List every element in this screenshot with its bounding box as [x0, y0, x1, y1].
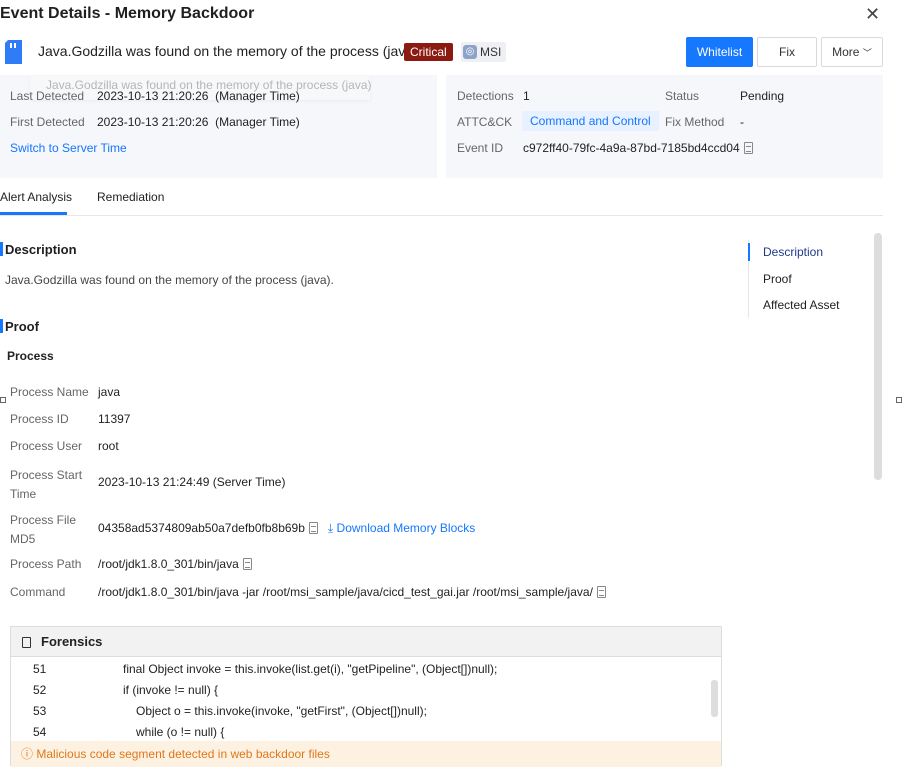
- severity-badge: Critical: [404, 43, 453, 61]
- more-button[interactable]: More ﹀: [821, 37, 883, 67]
- copy-icon[interactable]: [242, 558, 252, 570]
- code-line: if (invoke != null) {: [123, 683, 219, 697]
- dialog-title: Event Details - Memory Backdoor: [0, 5, 255, 22]
- side-nav-description[interactable]: Description: [763, 245, 823, 259]
- process-start-label: Process Start Time: [10, 468, 83, 501]
- code-line: final Object invoke = this.invoke(list.g…: [123, 662, 498, 676]
- warning-bar: ⓘ Malicious code segment detected in web…: [11, 741, 721, 767]
- process-id-value: 11397: [98, 412, 131, 426]
- process-md5-value: 04358ad5374809ab50a7defb0fb8b69b: [98, 521, 305, 535]
- process-user-label: Process User: [10, 439, 83, 453]
- source-label: MSI: [480, 45, 502, 59]
- status-label: Status: [665, 89, 700, 103]
- line-number: 54: [33, 725, 47, 739]
- first-detected-value: 2023-10-13 21:20:26 (Manager Time): [97, 115, 300, 129]
- description-heading: Description: [5, 242, 77, 257]
- forensics-header: Forensics: [11, 627, 721, 657]
- attck-label: ATTC&CK: [457, 115, 513, 129]
- scrollbar[interactable]: [874, 233, 882, 480]
- process-path-label: Process Path: [10, 557, 82, 571]
- section-marker: [0, 319, 3, 333]
- first-detected-label: First Detected: [10, 115, 85, 129]
- line-number: 51: [33, 662, 47, 676]
- status-value: Pending: [740, 89, 785, 103]
- command-label: Command: [10, 585, 66, 599]
- line-number: 52: [33, 683, 47, 697]
- command-row: /root/jdk1.8.0_301/bin/java -jar /root/m…: [98, 585, 606, 599]
- detections-label: Detections: [457, 89, 514, 103]
- code-scrollbar[interactable]: [711, 680, 718, 717]
- download-icon: ⤓: [327, 521, 334, 535]
- fix-method-value: -: [740, 115, 744, 129]
- copy-icon[interactable]: [596, 586, 606, 598]
- tab-alert-analysis[interactable]: Alert Analysis: [0, 190, 72, 204]
- copy-icon[interactable]: [308, 522, 318, 534]
- line-number: 53: [33, 704, 47, 718]
- side-nav-proof[interactable]: Proof: [763, 272, 792, 286]
- document-icon: [22, 637, 31, 648]
- chevron-down-icon: ﹀: [862, 48, 872, 58]
- process-md5-row: 04358ad5374809ab50a7defb0fb8b69b ⤓ Downlo…: [98, 521, 475, 536]
- side-nav-affected-asset[interactable]: Affected Asset: [763, 298, 840, 312]
- last-detected-value: 2023-10-13 21:20:26 (Manager Time): [97, 89, 300, 103]
- code-line: Object o = this.invoke(invoke, "getFirst…: [136, 704, 427, 718]
- resize-handle-left[interactable]: [0, 397, 6, 403]
- tab-remediation[interactable]: Remediation: [97, 190, 164, 204]
- download-memory-link[interactable]: ⤓ Download Memory Blocks: [328, 521, 475, 535]
- more-label: More: [832, 45, 860, 59]
- process-id-label: Process ID: [10, 412, 69, 426]
- fix-method-label: Fix Method: [665, 115, 725, 129]
- event-id-row: c972ff40-79fc-4a9a-87bd-7185bd4ccd04: [523, 141, 753, 155]
- source-badge: ◎ MSI: [461, 42, 507, 62]
- process-name-value: java: [98, 385, 121, 399]
- fix-button[interactable]: Fix: [757, 37, 817, 67]
- forensics-heading: Forensics: [41, 634, 103, 649]
- process-md5-label: Process File MD5: [10, 513, 77, 546]
- whitelist-button[interactable]: Whitelist: [686, 37, 753, 67]
- last-detected-label: Last Detected: [10, 89, 85, 103]
- event-id-value: c972ff40-79fc-4a9a-87bd-7185bd4ccd04: [523, 141, 740, 155]
- process-user-value: root: [98, 439, 119, 453]
- event-headline: Java.Godzilla was found on the memory of…: [38, 43, 418, 59]
- copy-icon[interactable]: [743, 142, 753, 154]
- command-value: /root/jdk1.8.0_301/bin/java -jar /root/m…: [98, 585, 593, 599]
- event-id-label: Event ID: [457, 141, 504, 155]
- section-marker: [0, 242, 3, 256]
- resize-handle-right[interactable]: [896, 397, 902, 403]
- info-icon: ⓘ: [21, 747, 34, 761]
- code-line: while (o != null) {: [136, 725, 225, 739]
- forensics-panel: Forensics 51 final Object invoke = this.…: [10, 626, 722, 767]
- download-label: Download Memory Blocks: [336, 521, 476, 535]
- proof-heading: Proof: [5, 319, 39, 334]
- close-icon[interactable]: ✕: [865, 4, 880, 25]
- process-path-row: /root/jdk1.8.0_301/bin/java: [98, 557, 252, 571]
- process-path-value: /root/jdk1.8.0_301/bin/java: [98, 557, 239, 571]
- memory-card-icon: [5, 40, 22, 64]
- process-subheading: Process: [7, 349, 54, 363]
- process-name-label: Process Name: [10, 385, 89, 399]
- description-text: Java.Godzilla was found on the memory of…: [5, 273, 334, 287]
- msi-icon: ◎: [463, 45, 477, 59]
- side-nav-indicator: [748, 243, 750, 261]
- attck-tag[interactable]: Command and Control: [522, 111, 659, 131]
- warning-text: Malicious code segment detected in web b…: [36, 747, 330, 761]
- detections-value: 1: [523, 89, 530, 103]
- tab-divider: [0, 215, 883, 216]
- switch-server-time-link[interactable]: Switch to Server Time: [10, 141, 127, 155]
- process-start-value: 2023-10-13 21:24:49 (Server Time): [98, 475, 286, 489]
